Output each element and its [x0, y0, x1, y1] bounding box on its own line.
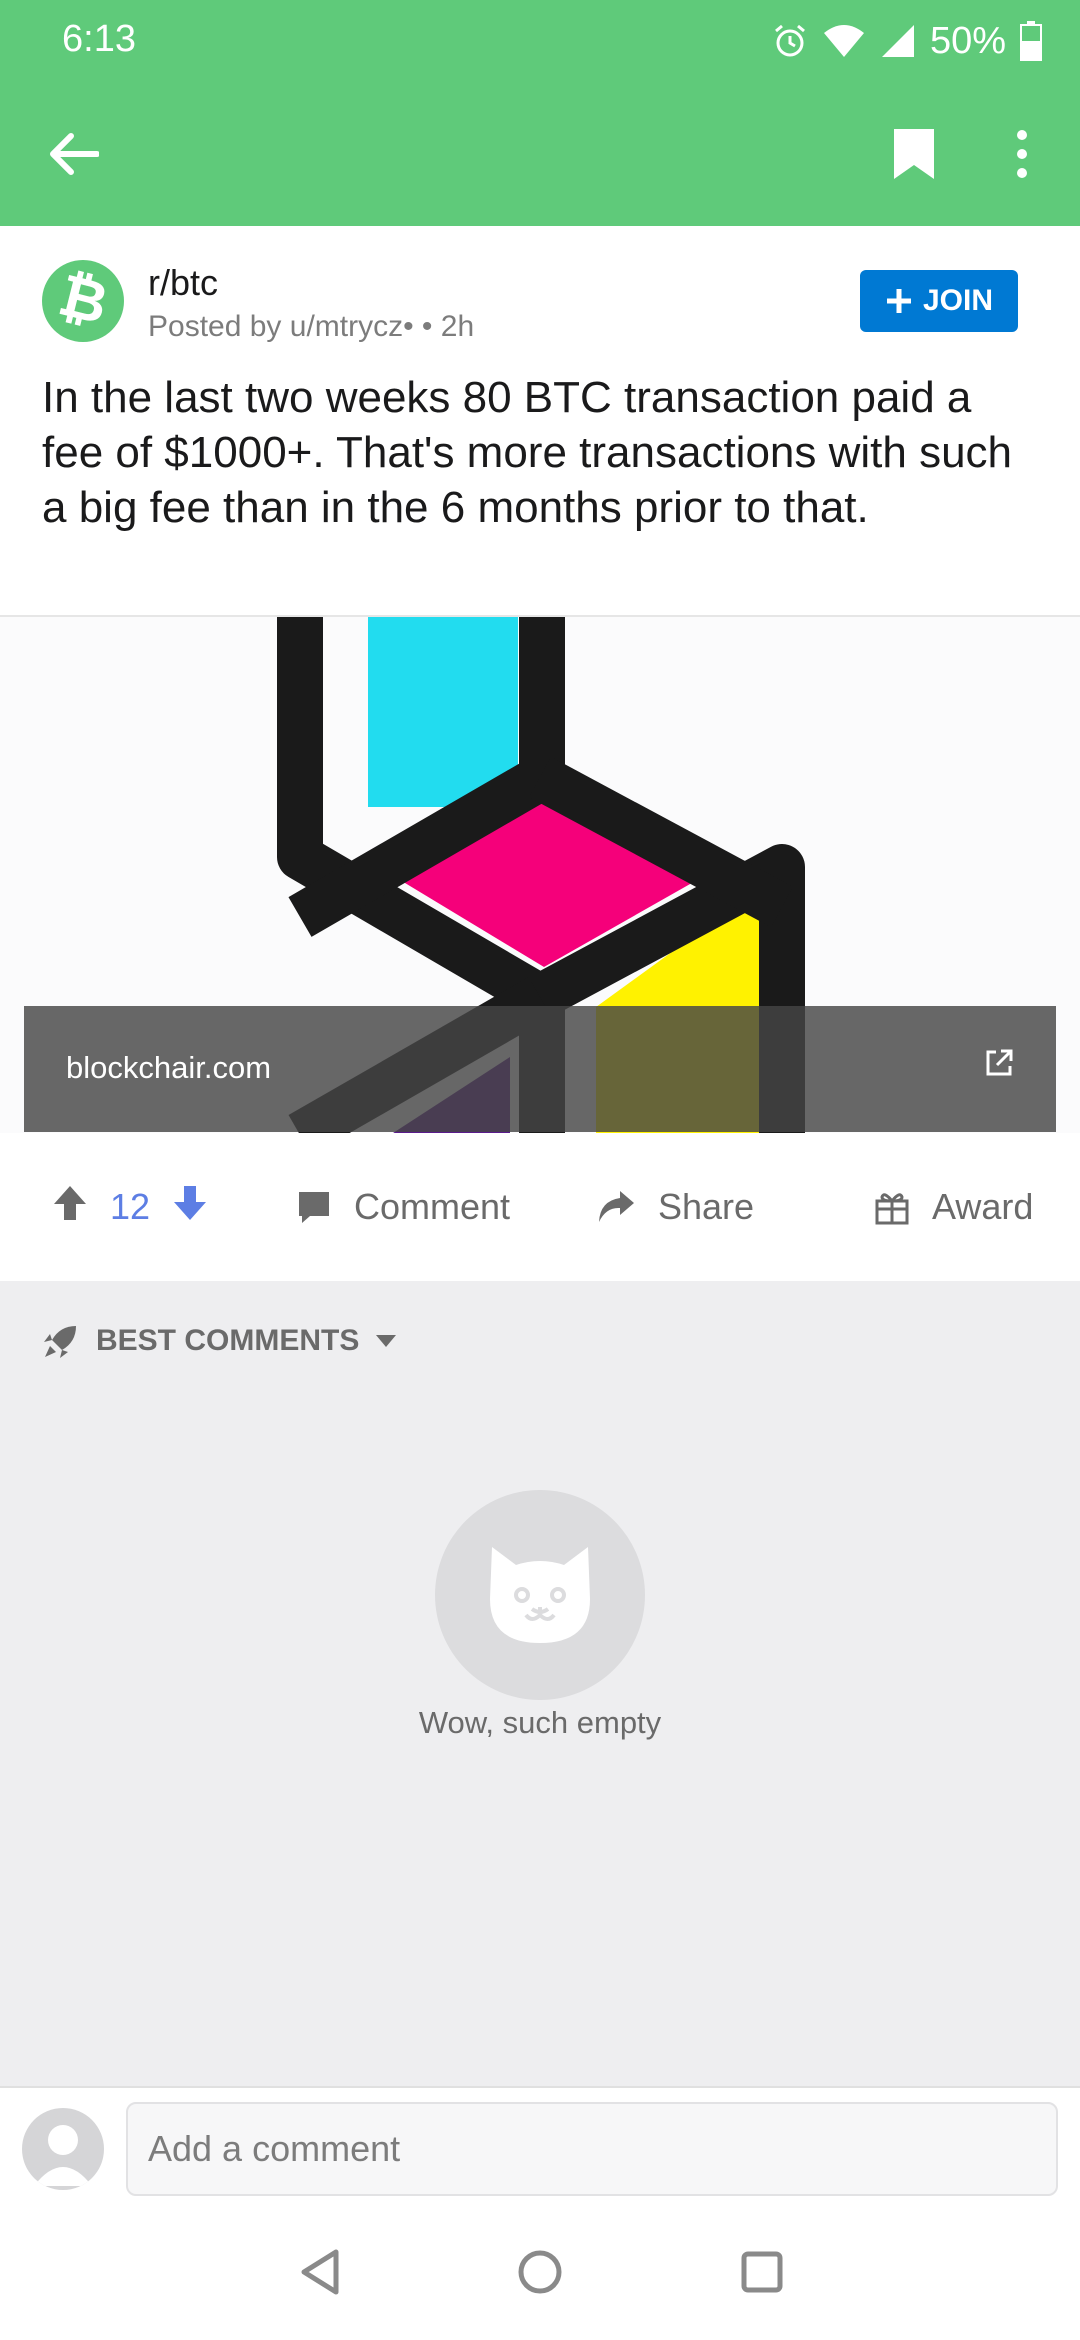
award-label: Award [932, 1186, 1034, 1227]
rocket-icon [44, 1326, 76, 1358]
post-title[interactable]: In the last two weeks 80 BTC transaction… [42, 370, 1042, 535]
nav-home-icon[interactable] [510, 2242, 570, 2302]
svg-text:₿: ₿ [56, 269, 110, 333]
status-icons: 50% [772, 16, 1042, 66]
comment-icon [299, 1192, 329, 1223]
share-icon [599, 1191, 634, 1222]
award-button[interactable]: Award [874, 1133, 1033, 1281]
app-header: 6:13 50% [0, 0, 1080, 226]
link-domain: blockchair.com [66, 1050, 272, 1085]
comment-label: Comment [354, 1186, 511, 1227]
back-arrow-icon[interactable] [44, 124, 104, 184]
comment-sort[interactable]: BEST COMMENTS [42, 1322, 397, 1360]
caret-down-icon [376, 1335, 397, 1347]
empty-state-text: Wow, such empty [418, 1705, 662, 1740]
alarm-icon [772, 23, 808, 59]
battery-icon [1020, 21, 1042, 61]
nav-recents-icon[interactable] [732, 2242, 792, 2302]
link-bar[interactable]: blockchair.com [24, 1006, 1056, 1132]
subreddit-avatar[interactable]: ₿ [42, 260, 124, 342]
join-label: JOIN [922, 284, 994, 317]
upvote-icon[interactable] [52, 1184, 88, 1231]
bookmark-icon[interactable] [884, 124, 944, 184]
post-meta: Posted by u/mtrycz• • 2h [148, 310, 475, 343]
share-button[interactable]: Share [596, 1133, 754, 1281]
vote-count: 12 [110, 1186, 151, 1227]
nav-back-icon[interactable] [290, 2242, 350, 2302]
status-time: 6:13 [62, 18, 136, 60]
plus-icon [886, 289, 911, 313]
link-preview[interactable]: blockchair.com [0, 615, 1080, 1137]
vote-group: 12 [52, 1133, 208, 1281]
sort-label: BEST COMMENTS [96, 1324, 360, 1357]
system-nav-bar [0, 2204, 1080, 2340]
empty-state-illustration [435, 1490, 645, 1700]
share-label: Share [658, 1186, 755, 1227]
subreddit-name[interactable]: r/btc [148, 262, 218, 304]
user-icon [34, 2125, 92, 2186]
battery-percent: 50% [929, 19, 1006, 62]
more-options-icon[interactable] [1000, 124, 1044, 184]
downvote-icon[interactable] [172, 1184, 208, 1231]
bitcoin-icon: ₿ [56, 269, 110, 333]
post-actions: 12 Comment Share Award [0, 1133, 1080, 1281]
comment-input[interactable]: Add a comment [126, 2102, 1058, 2196]
wifi-icon [822, 23, 866, 59]
comment-button[interactable]: Comment [296, 1133, 510, 1281]
gift-icon [875, 1193, 909, 1225]
user-avatar[interactable] [22, 2108, 104, 2190]
external-link-icon [984, 1048, 1014, 1083]
signal-icon [880, 23, 916, 59]
join-button[interactable]: JOIN [860, 270, 1018, 332]
cat-face-icon [490, 1547, 590, 1643]
